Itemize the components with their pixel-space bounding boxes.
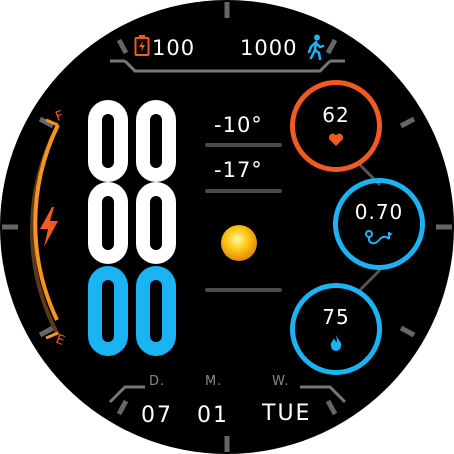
heart-rate-value: 62 bbox=[322, 103, 350, 127]
watch-face: 100 1000 F E -10° -17° 62 0.70 75 D. M. … bbox=[0, 0, 454, 454]
calories-widget[interactable]: 75 bbox=[290, 283, 382, 375]
route-icon bbox=[365, 230, 393, 245]
distance-widget[interactable]: 0.70 bbox=[333, 178, 425, 270]
flame-icon bbox=[330, 335, 342, 351]
date-weekday: TUE bbox=[262, 401, 312, 426]
calories-value: 75 bbox=[322, 305, 350, 329]
date-month: 01 bbox=[197, 403, 229, 428]
distance-value: 0.70 bbox=[354, 200, 404, 224]
heart-rate-widget[interactable]: 62 bbox=[290, 80, 382, 172]
heart-icon bbox=[328, 133, 344, 146]
date-day: 07 bbox=[141, 403, 173, 428]
